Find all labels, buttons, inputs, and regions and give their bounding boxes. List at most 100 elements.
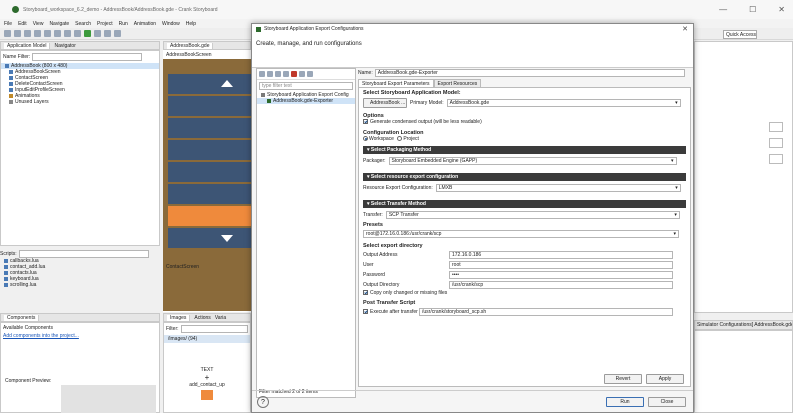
run-button[interactable]: Run xyxy=(606,397,644,407)
tab-addressbook-gde[interactable]: AddressBook.gde xyxy=(167,42,214,49)
run-icon[interactable] xyxy=(84,30,91,37)
collapse-all-icon[interactable] xyxy=(299,71,305,77)
packager-select[interactable]: Storyboard Embedded Engine (GAPP) ▾ xyxy=(388,157,677,165)
ide-title-bar: Storyboard_workspace_6.2_demo - AddressB… xyxy=(0,0,793,19)
undo-icon[interactable] xyxy=(64,30,71,37)
user-input[interactable]: root xyxy=(449,261,673,269)
config-name-input[interactable]: AddressBook.gde-Exporter xyxy=(374,69,685,77)
delete-config-icon[interactable] xyxy=(291,71,297,77)
dialog-banner: Create, manage, and run configurations xyxy=(252,34,693,68)
output-address-input[interactable]: 172.16.0.186 xyxy=(449,251,673,259)
tab-application-model[interactable]: Application Model xyxy=(4,42,51,49)
output-dir-input[interactable]: /usr/crank/scp xyxy=(449,281,673,289)
execute-script-input[interactable]: /usr/crank/storyboard_scp.sh xyxy=(419,308,673,316)
menu-search[interactable]: Search xyxy=(75,21,91,27)
password-input[interactable]: •••• xyxy=(449,271,673,279)
minimize-button[interactable]: — xyxy=(719,5,727,14)
scroll-down-button[interactable] xyxy=(168,228,251,248)
menu-window[interactable]: Window xyxy=(162,21,180,27)
export-icon[interactable] xyxy=(104,30,111,37)
transfer-select[interactable]: SCP Transfer ▾ xyxy=(385,211,680,219)
close-button[interactable]: Close xyxy=(648,397,686,407)
condensed-output-checkbox[interactable] xyxy=(363,119,368,125)
project-radio[interactable] xyxy=(397,136,403,142)
debug-icon[interactable] xyxy=(94,30,101,37)
apply-button[interactable]: Apply xyxy=(646,374,684,384)
revert-button[interactable]: Revert xyxy=(604,374,642,384)
duplicate-config-icon[interactable] xyxy=(267,71,273,77)
tree-item-addressbook-exporter[interactable]: AddressBook.gde-Exporter xyxy=(257,98,355,104)
simulator-config-tab[interactable]: Simulator Configurations] AddressBook.gd… xyxy=(694,320,793,330)
tab-components[interactable]: Components xyxy=(4,314,40,321)
new-icon[interactable] xyxy=(4,30,11,37)
packager-label: Packager: xyxy=(363,157,386,164)
menu-navigate[interactable]: Navigate xyxy=(49,21,69,27)
primary-model-select[interactable]: AddressBook.gde ▾ xyxy=(446,99,681,107)
cut-icon[interactable] xyxy=(34,30,41,37)
image-thumbnail[interactable] xyxy=(201,390,213,400)
app-model-tabbar: Application Model Navigator xyxy=(0,41,160,50)
add-side-button[interactable] xyxy=(769,122,783,132)
config-filter-input[interactable]: type filter text xyxy=(259,82,353,90)
tree-item-unused-layers[interactable]: Unused Layers xyxy=(1,99,159,105)
edit-side-button[interactable] xyxy=(769,154,783,164)
menu-animation[interactable]: Animation xyxy=(134,21,156,27)
redo-icon[interactable] xyxy=(74,30,81,37)
output-dir-label: Output Directory xyxy=(363,281,400,288)
chevron-down-icon: ▾ xyxy=(671,158,674,164)
images-filter-input[interactable] xyxy=(180,325,248,333)
packaging-section[interactable]: ▾ Select Packaging Method xyxy=(363,146,686,154)
resource-section[interactable]: ▾ Select resource export configuration xyxy=(363,173,686,181)
select-model-button[interactable]: AddressBook ... xyxy=(363,98,407,108)
copy-changed-checkbox[interactable] xyxy=(363,290,368,296)
script-item[interactable]: scrolling.lua xyxy=(0,282,160,288)
new-config-icon[interactable] xyxy=(259,71,265,77)
tab-storyboard-export-params[interactable]: Storyboard Export Parameters xyxy=(358,79,434,87)
close-window-button[interactable]: ✕ xyxy=(778,5,785,14)
import-config-icon[interactable] xyxy=(283,71,289,77)
resource-config-select[interactable]: LMXB ▾ xyxy=(435,184,681,192)
quick-access-field[interactable]: Quick Access xyxy=(723,30,757,39)
search-icon[interactable] xyxy=(114,30,121,37)
component-preview-area xyxy=(61,385,156,413)
presets-select[interactable]: root@172.16.0.186:/usr/crank/scp ▾ xyxy=(363,230,679,238)
name-filter-input[interactable] xyxy=(32,53,143,61)
simulator-config-panel xyxy=(694,330,793,413)
dialog-close-icon[interactable]: ✕ xyxy=(682,25,688,33)
components-panel: Available Components Add components into… xyxy=(0,322,160,413)
filter-icon[interactable] xyxy=(307,71,313,77)
add-components-link[interactable]: Add components into the project... xyxy=(1,333,159,339)
menu-view[interactable]: View xyxy=(33,21,44,27)
scroll-up-button[interactable] xyxy=(168,74,251,94)
paste-icon[interactable] xyxy=(54,30,61,37)
help-icon[interactable]: ? xyxy=(257,396,269,408)
images-folder[interactable]: /images/ (94) xyxy=(164,335,250,343)
storyboard-app-icon xyxy=(12,6,19,13)
workspace-radio[interactable] xyxy=(363,136,368,142)
menu-edit[interactable]: Edit xyxy=(18,21,27,27)
list-row xyxy=(168,162,251,182)
save-icon[interactable] xyxy=(14,30,21,37)
maximize-button[interactable]: ☐ xyxy=(749,5,756,14)
execute-after-checkbox[interactable] xyxy=(363,308,368,314)
menu-file[interactable]: File xyxy=(4,21,12,27)
tab-navigator[interactable]: Navigator xyxy=(54,43,75,49)
menu-run[interactable]: Run xyxy=(119,21,128,27)
menu-project[interactable]: Project xyxy=(97,21,113,27)
menu-help[interactable]: Help xyxy=(186,21,196,27)
scripts-filter-input[interactable] xyxy=(18,250,149,258)
add-icon[interactable]: + xyxy=(164,373,250,382)
copy-icon[interactable] xyxy=(44,30,51,37)
remove-side-button[interactable] xyxy=(769,138,783,148)
tab-actions[interactable]: Actions xyxy=(194,315,210,321)
save-all-icon[interactable] xyxy=(24,30,31,37)
tab-variables[interactable]: Varia xyxy=(215,315,226,321)
transfer-section[interactable]: ▾ Select Transfer Method xyxy=(363,200,686,208)
image-item-label[interactable]: add_contact_up xyxy=(164,382,250,388)
workspace-label: Workspace xyxy=(369,136,394,142)
export-config-icon[interactable] xyxy=(275,71,281,77)
editor-canvas[interactable]: AddressBookScreen ContactScreen xyxy=(163,50,251,312)
tab-export-resources[interactable]: Export Resources xyxy=(433,79,482,87)
chevron-down-icon: ▾ xyxy=(674,212,677,218)
tab-images[interactable]: Images xyxy=(167,314,191,321)
